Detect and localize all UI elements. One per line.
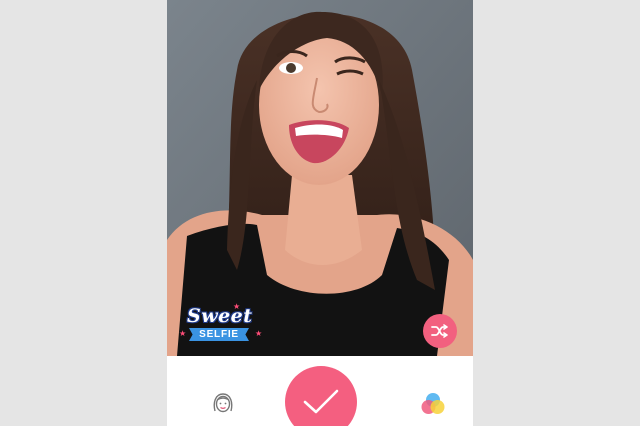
- bottom-toolbar: [167, 356, 473, 426]
- sticker-ribbon: SELFIE: [189, 328, 249, 341]
- screen: ★ ★ ★ Sweet SELFIE: [0, 0, 640, 426]
- face-icon: [213, 393, 233, 413]
- star-icon: ★: [179, 329, 187, 338]
- face-button[interactable]: [209, 389, 237, 417]
- app-frame: ★ ★ ★ Sweet SELFIE: [167, 0, 473, 426]
- sticker-title: Sweet: [187, 305, 253, 327]
- color-filter-icon: [421, 393, 445, 414]
- confirm-button[interactable]: [285, 366, 357, 426]
- color-filter-button[interactable]: [419, 390, 447, 418]
- portrait-image: [167, 0, 473, 356]
- star-icon: ★: [255, 329, 263, 338]
- selfie-photo[interactable]: ★ ★ ★ Sweet SELFIE: [167, 0, 473, 356]
- shuffle-icon: [431, 324, 448, 338]
- shuffle-button[interactable]: [423, 314, 457, 348]
- sweet-selfie-sticker: ★ ★ ★ Sweet SELFIE: [177, 303, 265, 344]
- checkmark-icon: [303, 389, 339, 414]
